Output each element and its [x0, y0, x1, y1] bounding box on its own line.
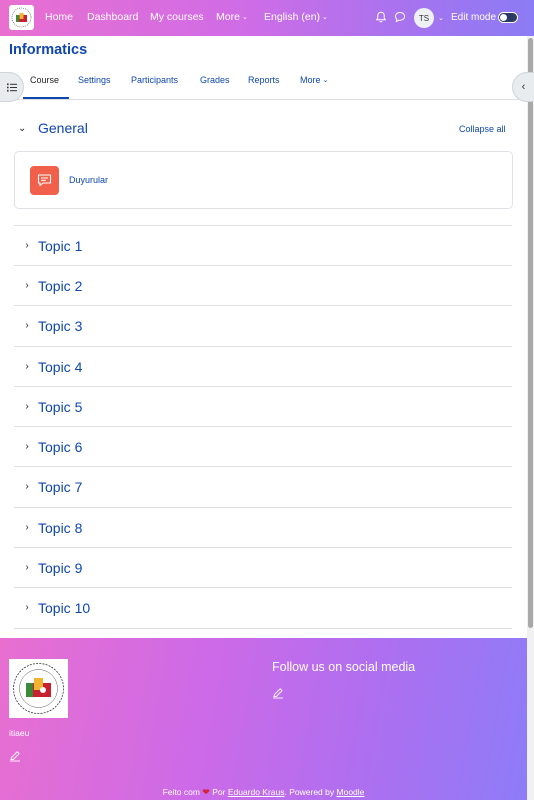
chevron-down-icon: ⌄	[322, 77, 329, 84]
topic-row[interactable]: › Topic 6	[14, 426, 512, 466]
tab-grades[interactable]: Grades	[200, 75, 230, 85]
footer-logo[interactable]	[9, 659, 68, 718]
activity-card: Duyurular	[14, 151, 513, 209]
chat-icon[interactable]	[393, 10, 407, 24]
credits-powered: . Powered by	[284, 787, 335, 797]
block-drawer-toggle[interactable]: ‹	[512, 72, 534, 102]
footer-credits: Feito com ❤ Por Eduardo Kraus. Powered b…	[0, 787, 527, 798]
toggle-knob	[500, 14, 507, 21]
forum-icon[interactable]	[30, 166, 59, 195]
tab-participants[interactable]: Participants	[131, 75, 178, 85]
topic-title[interactable]: Topic 9	[38, 560, 82, 576]
topic-row[interactable]: › Topic 1	[14, 225, 512, 265]
topic-row[interactable]: › Topic 2	[14, 265, 512, 305]
list-icon	[6, 83, 17, 91]
edit-mode-toggle[interactable]	[498, 12, 518, 23]
topic-title[interactable]: Topic 6	[38, 439, 82, 455]
course-title: Informatics	[9, 42, 88, 58]
language-label: English (en)	[264, 11, 321, 23]
edit-icon[interactable]	[272, 687, 284, 699]
tab-more[interactable]: More ⌄	[300, 75, 328, 85]
chevron-right-icon[interactable]: ›	[14, 240, 38, 251]
chevron-down-icon: ⌄	[241, 14, 248, 21]
follow-us-heading: Follow us on social media	[272, 660, 416, 674]
chevron-right-icon[interactable]: ›	[14, 441, 38, 452]
top-navbar: Home Dashboard My courses More ⌄ English …	[0, 0, 534, 36]
chevron-down-icon[interactable]: ⌄	[18, 123, 38, 134]
topic-row[interactable]: › Topic 10	[14, 587, 512, 627]
edit-mode-label: Edit mode	[451, 12, 497, 23]
topic-title[interactable]: Topic 2	[38, 278, 82, 294]
moodle-link[interactable]: Moodle	[337, 787, 365, 797]
topic-row[interactable]: › Topic 8	[14, 507, 512, 547]
topic-title[interactable]: Topic 10	[38, 600, 90, 616]
scrollbar-thumb[interactable]	[528, 38, 533, 628]
topic-row[interactable]: › Topic 9	[14, 547, 512, 587]
forum-glyph	[37, 174, 52, 187]
tab-course[interactable]: Course	[30, 75, 59, 85]
heart-icon: ❤	[202, 787, 210, 797]
topic-title[interactable]: Topic 3	[38, 318, 82, 334]
page-scrollbar[interactable]	[527, 36, 534, 800]
edit-icon[interactable]	[9, 750, 21, 762]
topic-row[interactable]: › Topic 5	[14, 386, 512, 426]
topic-row[interactable]: › Topic 4	[14, 346, 512, 386]
user-avatar[interactable]: TS	[414, 8, 434, 28]
logo-icon	[13, 663, 64, 714]
chevron-right-icon[interactable]: ›	[14, 562, 38, 573]
chevron-right-icon[interactable]: ›	[14, 602, 38, 613]
chevron-right-icon[interactable]: ›	[14, 320, 38, 331]
tab-settings[interactable]: Settings	[78, 75, 111, 85]
topic-title[interactable]: Topic 7	[38, 479, 82, 495]
chevron-down-icon: ⌄	[322, 14, 328, 21]
credits-made-with: Feito com	[162, 787, 200, 797]
collapse-all-link[interactable]: Collapse all	[459, 124, 506, 134]
tab-more-label: More	[300, 75, 321, 85]
bell-icon[interactable]	[374, 10, 388, 24]
page-footer: itiaeu Follow us on social media Feito c…	[0, 638, 527, 800]
site-logo[interactable]	[9, 5, 34, 30]
chevron-right-icon[interactable]: ›	[14, 401, 38, 412]
author-link[interactable]: Eduardo Kraus	[228, 787, 285, 797]
topic-row[interactable]: › Topic 3	[14, 305, 512, 345]
nav-more[interactable]: More ⌄	[216, 11, 248, 23]
chevron-right-icon[interactable]: ›	[14, 481, 38, 492]
chevron-right-icon[interactable]: ›	[14, 522, 38, 533]
topic-row[interactable]: › Topic 7	[14, 466, 512, 506]
general-section-title[interactable]: General	[38, 120, 88, 136]
logo-icon	[11, 7, 32, 28]
tab-reports[interactable]: Reports	[248, 75, 280, 85]
general-section-header[interactable]: ⌄ General	[18, 120, 88, 136]
topic-title[interactable]: Topic 4	[38, 359, 82, 375]
nav-home[interactable]: Home	[45, 11, 73, 23]
tabs-divider	[0, 99, 527, 100]
chevron-down-icon[interactable]: ⌄	[438, 12, 444, 24]
topic-title[interactable]: Topic 1	[38, 238, 82, 254]
topics-divider	[14, 628, 512, 629]
activity-link[interactable]: Duyurular	[69, 175, 108, 185]
chevron-right-icon[interactable]: ›	[14, 280, 38, 291]
nav-dashboard[interactable]: Dashboard	[87, 11, 138, 23]
course-tabs: Course Settings Participants Grades Repo…	[0, 66, 527, 99]
topic-title[interactable]: Topic 8	[38, 520, 82, 536]
credits-by: Por	[212, 787, 226, 797]
chevron-left-icon: ‹	[521, 81, 526, 93]
nav-more-label: More	[216, 11, 240, 23]
language-menu[interactable]: English (en) ⌄	[264, 11, 328, 23]
footer-site-name: itiaeu	[9, 728, 30, 738]
chevron-right-icon[interactable]: ›	[14, 361, 38, 372]
nav-my-courses[interactable]: My courses	[150, 11, 204, 23]
topic-title[interactable]: Topic 5	[38, 399, 82, 415]
